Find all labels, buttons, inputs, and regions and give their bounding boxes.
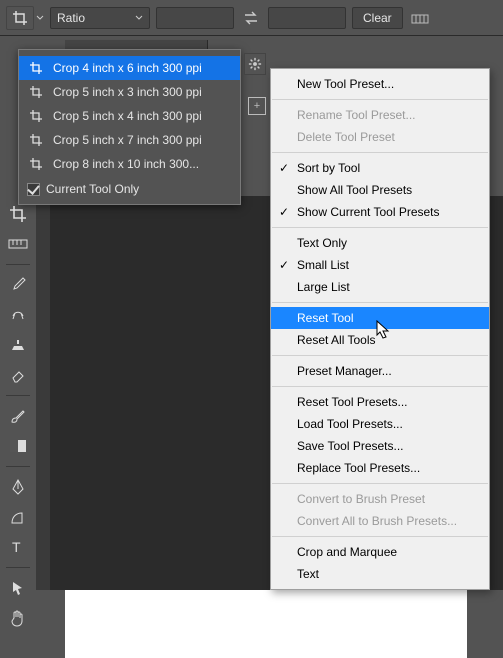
- preset-item[interactable]: Crop 8 inch x 10 inch 300...: [19, 152, 240, 176]
- menu-show-all-tool-presets[interactable]: Show All Tool Presets: [271, 179, 489, 201]
- clone-stamp-tool-icon[interactable]: [3, 333, 33, 357]
- crop-icon: [27, 155, 45, 173]
- separator: [272, 483, 488, 484]
- crop-height-input[interactable]: [268, 7, 346, 29]
- menu-preset-manager[interactable]: Preset Manager...: [271, 360, 489, 382]
- preset-item[interactable]: Crop 4 inch x 6 inch 300 ppi: [19, 56, 240, 80]
- menu-text-only[interactable]: Text Only: [271, 232, 489, 254]
- crop-icon: [27, 131, 45, 149]
- preset-label: Crop 5 inch x 7 inch 300 ppi: [53, 133, 202, 147]
- healing-brush-tool-icon[interactable]: [3, 303, 33, 327]
- menu-text[interactable]: Text: [271, 563, 489, 585]
- preset-label: Crop 5 inch x 4 inch 300 ppi: [53, 109, 202, 123]
- eyedropper-tool-icon[interactable]: [3, 273, 33, 297]
- menu-small-list[interactable]: Small List: [271, 254, 489, 276]
- preset-item[interactable]: Crop 5 inch x 7 inch 300 ppi: [19, 128, 240, 152]
- menu-sort-by-tool[interactable]: Sort by Tool: [271, 157, 489, 179]
- new-preset-icon[interactable]: +: [248, 97, 266, 115]
- path-selection-tool-icon[interactable]: [3, 576, 33, 600]
- preset-label: Crop 8 inch x 10 inch 300...: [53, 157, 199, 171]
- separator: [6, 567, 30, 568]
- separator: [272, 536, 488, 537]
- crop-icon: [27, 107, 45, 125]
- separator: [272, 302, 488, 303]
- menu-convert-to-brush-preset: Convert to Brush Preset: [271, 488, 489, 510]
- menu-delete-tool-preset: Delete Tool Preset: [271, 126, 489, 148]
- separator: [6, 395, 30, 396]
- hand-tool-icon[interactable]: [3, 606, 33, 630]
- options-bar: Ratio Clear: [0, 0, 503, 36]
- preset-flyout-menu: New Tool Preset... Rename Tool Preset...…: [270, 68, 490, 590]
- menu-new-tool-preset[interactable]: New Tool Preset...: [271, 73, 489, 95]
- preset-label: Crop 5 inch x 3 inch 300 ppi: [53, 85, 202, 99]
- clear-button[interactable]: Clear: [352, 7, 403, 29]
- crop-tool-icon[interactable]: [3, 202, 33, 226]
- gradient-tool-icon[interactable]: [3, 434, 33, 458]
- preset-item[interactable]: Crop 5 inch x 3 inch 300 ppi: [19, 80, 240, 104]
- checkbox-checked-icon[interactable]: [27, 183, 40, 196]
- aspect-ratio-select[interactable]: Ratio: [50, 7, 150, 29]
- tools-panel: T: [0, 198, 36, 630]
- shape-tool-icon[interactable]: [3, 505, 33, 529]
- separator: [272, 99, 488, 100]
- separator: [272, 355, 488, 356]
- menu-reset-all-tools[interactable]: Reset All Tools: [271, 329, 489, 351]
- swap-dimensions-button[interactable]: [240, 7, 262, 29]
- crop-icon: [27, 59, 45, 77]
- separator: [272, 386, 488, 387]
- type-tool-icon[interactable]: T: [3, 535, 33, 559]
- preset-flyout-gear-button[interactable]: [244, 53, 266, 75]
- menu-rename-tool-preset: Rename Tool Preset...: [271, 104, 489, 126]
- pen-tool-icon[interactable]: [3, 475, 33, 499]
- eraser-tool-icon[interactable]: [3, 363, 33, 387]
- menu-large-list[interactable]: Large List: [271, 276, 489, 298]
- separator: [6, 264, 30, 265]
- preset-label: Crop 4 inch x 6 inch 300 ppi: [53, 61, 202, 75]
- ruler-tool-icon[interactable]: [3, 232, 33, 256]
- straighten-icon[interactable]: [409, 7, 431, 29]
- menu-save-tool-presets[interactable]: Save Tool Presets...: [271, 435, 489, 457]
- separator: [272, 227, 488, 228]
- crop-icon: [27, 83, 45, 101]
- tool-preset-dropdown: Crop 4 inch x 6 inch 300 ppi Crop 5 inch…: [18, 49, 241, 205]
- current-tool-only-row[interactable]: Current Tool Only: [19, 176, 240, 196]
- menu-crop-and-marquee[interactable]: Crop and Marquee: [271, 541, 489, 563]
- brush-tool-icon[interactable]: [3, 404, 33, 428]
- preset-item[interactable]: Crop 5 inch x 4 inch 300 ppi: [19, 104, 240, 128]
- tool-preset-picker-button[interactable]: [6, 6, 34, 30]
- menu-reset-tool-presets[interactable]: Reset Tool Presets...: [271, 391, 489, 413]
- svg-text:T: T: [12, 539, 21, 555]
- current-tool-only-label: Current Tool Only: [46, 182, 139, 196]
- menu-replace-tool-presets[interactable]: Replace Tool Presets...: [271, 457, 489, 479]
- chevron-down-icon: [135, 14, 143, 22]
- crop-width-input[interactable]: [156, 7, 234, 29]
- menu-convert-all-to-brush-presets: Convert All to Brush Presets...: [271, 510, 489, 532]
- separator: [6, 466, 30, 467]
- menu-load-tool-presets[interactable]: Load Tool Presets...: [271, 413, 489, 435]
- chevron-down-icon[interactable]: [36, 14, 44, 22]
- menu-show-current-tool-presets[interactable]: Show Current Tool Presets: [271, 201, 489, 223]
- separator: [272, 152, 488, 153]
- menu-reset-tool[interactable]: Reset Tool: [271, 307, 489, 329]
- aspect-ratio-label: Ratio: [57, 11, 85, 25]
